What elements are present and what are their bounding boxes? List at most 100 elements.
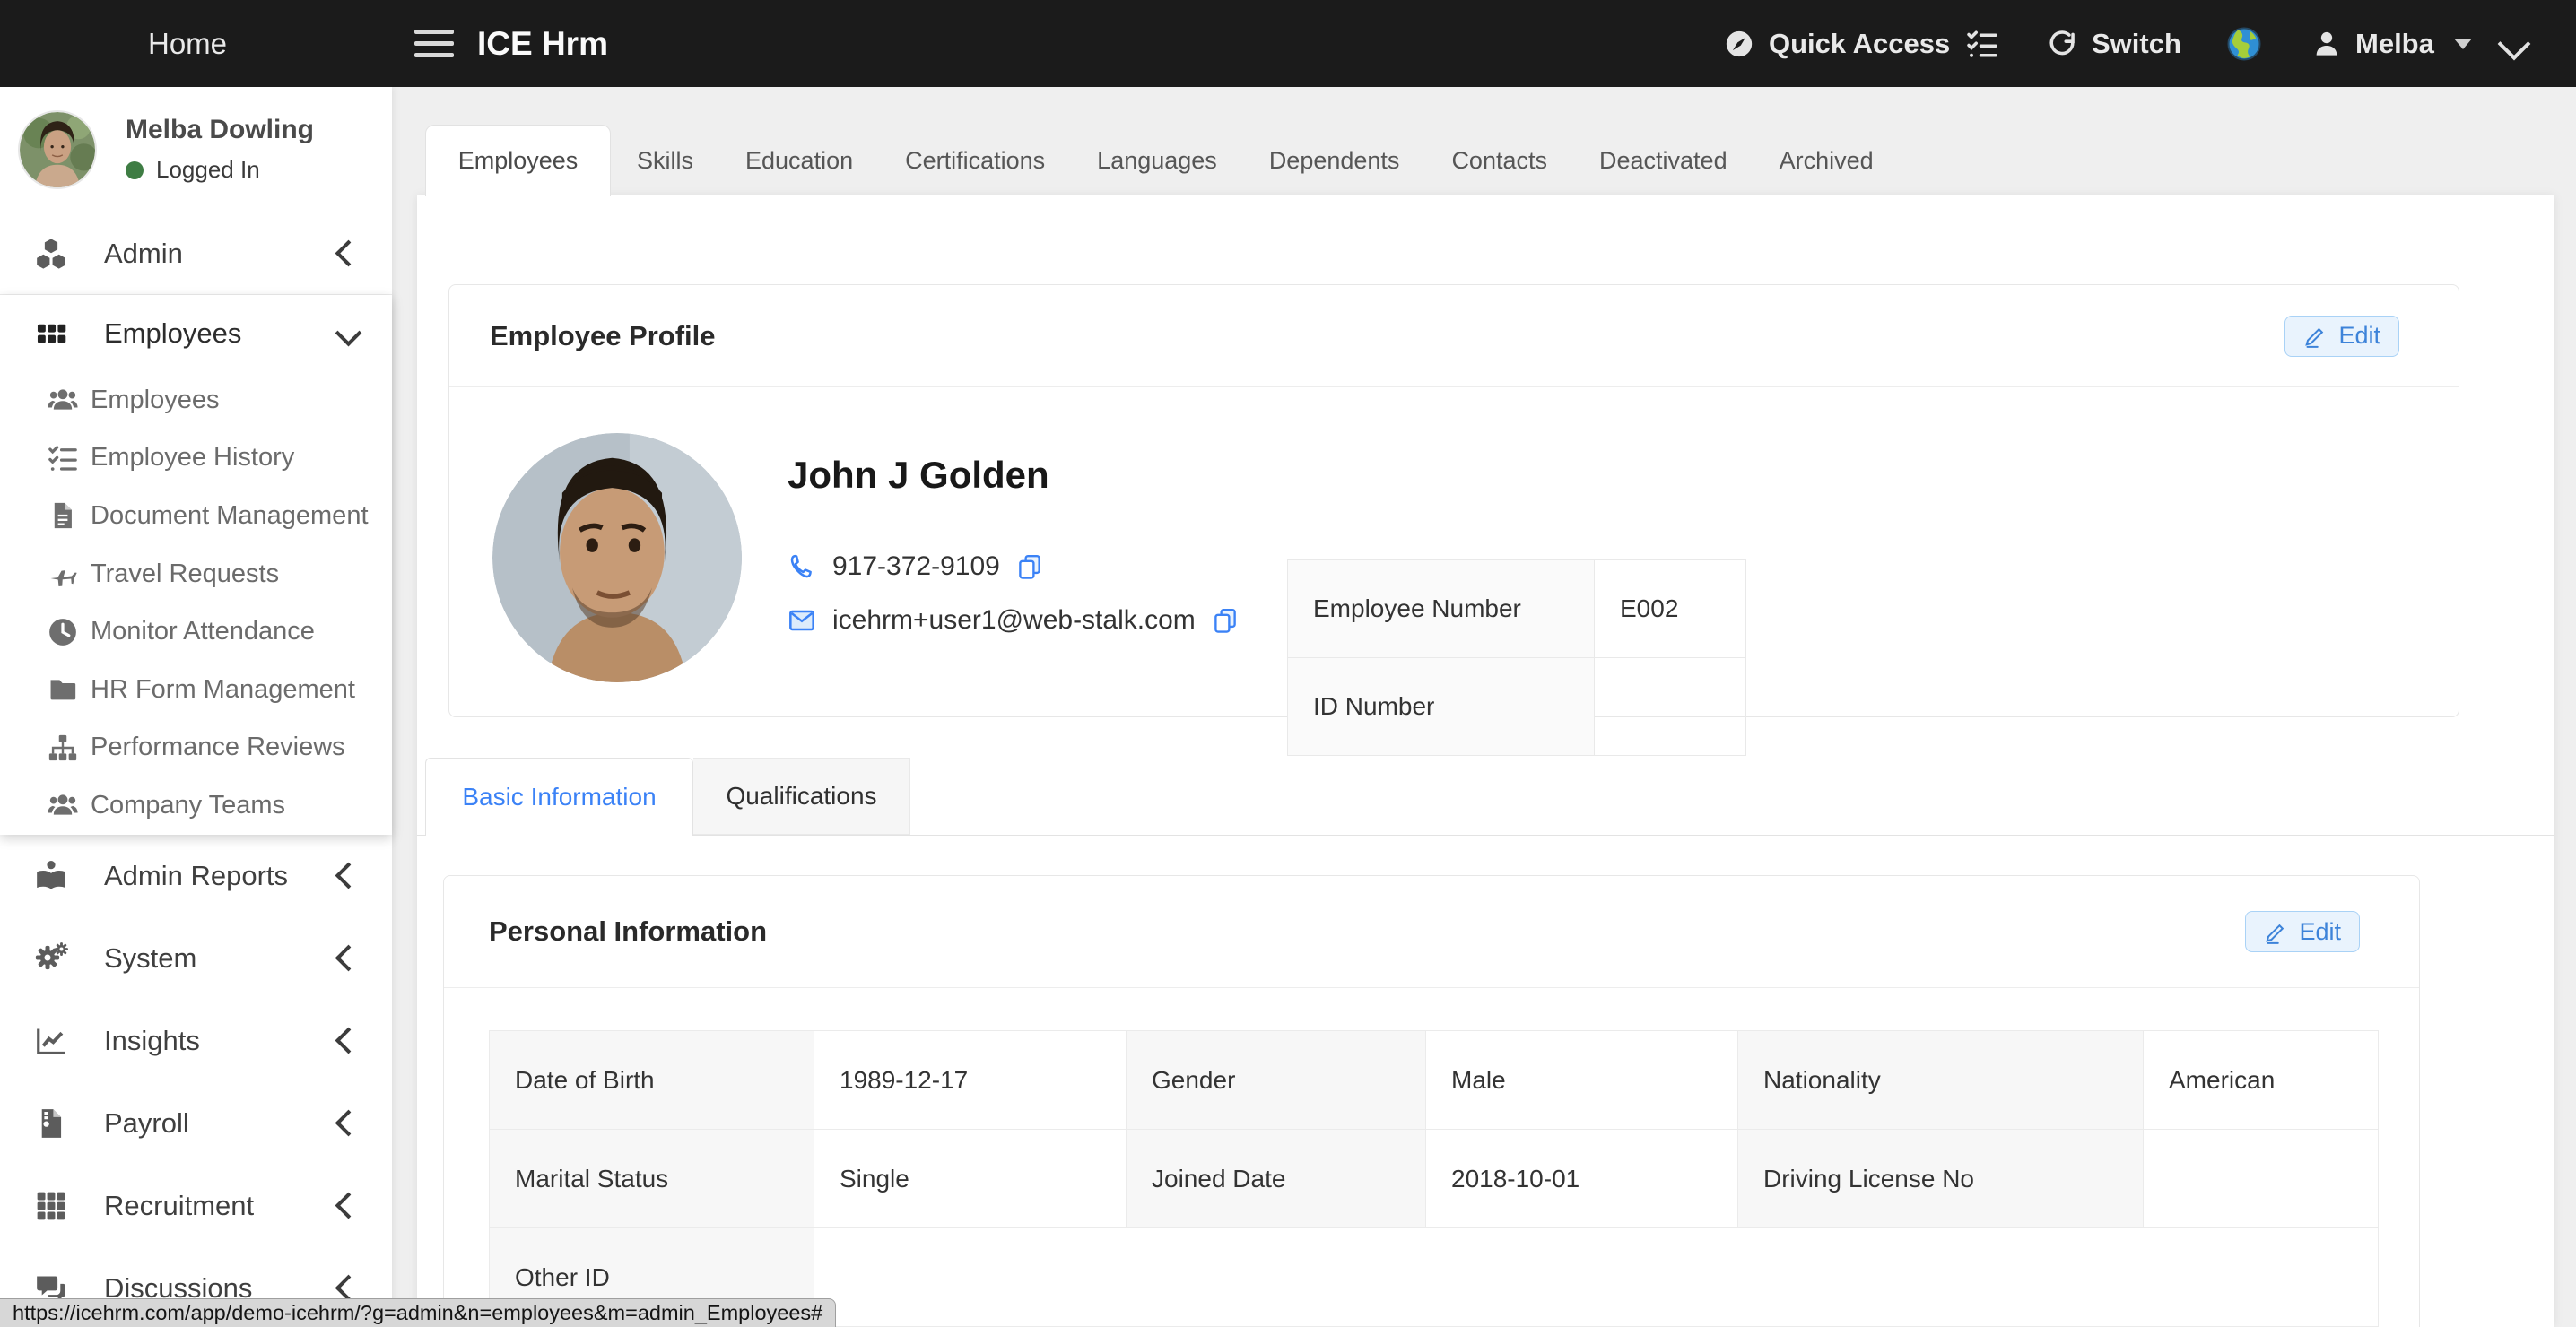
grid-icon [34, 1189, 68, 1223]
globe-icon [2226, 26, 2262, 62]
personal-information-edit-button[interactable]: Edit [2245, 911, 2360, 952]
user-avatar[interactable] [18, 110, 97, 189]
users-icon [48, 385, 78, 415]
sidebar-group-admin-reports[interactable]: Admin Reports [0, 835, 392, 917]
clock-icon [48, 617, 78, 647]
language-button[interactable] [2226, 0, 2262, 87]
table-row: ID Number [1288, 658, 1746, 756]
sidebar: Melba Dowling Logged In Admin Employees … [0, 87, 392, 1327]
sidebar-group-payroll[interactable]: Payroll [0, 1082, 392, 1165]
compass-icon [1724, 29, 1754, 59]
nationality-value: American [2144, 1031, 2379, 1130]
sidebar-item-company-teams[interactable]: Company Teams [0, 776, 392, 835]
personal-information-title: Personal Information [489, 915, 767, 948]
sidebar-item-performance-reviews[interactable]: Performance Reviews [0, 719, 392, 777]
logged-in-label: Logged In [156, 156, 260, 184]
sidebar-item-employees[interactable]: Employees [0, 371, 392, 429]
sidebar-group-employees-card: Employees Employees Employee History Doc… [0, 295, 392, 835]
tab-basic-information[interactable]: Basic Information [425, 758, 693, 835]
chevron-left-icon [335, 863, 362, 889]
sidebar-group-system[interactable]: System [0, 917, 392, 1000]
sidebar-item-document-management[interactable]: Document Management [0, 487, 392, 545]
employee-photo [492, 433, 742, 682]
sidebar-group-recruitment[interactable]: Recruitment [0, 1165, 392, 1247]
checklist-icon [1966, 28, 1998, 60]
checklist-icon [48, 443, 78, 473]
main-tab-bar: Employees Skills Education Certification… [425, 125, 1900, 196]
switch-button[interactable]: Switch [2047, 0, 2181, 87]
tab-skills[interactable]: Skills [611, 125, 719, 196]
main-content-panel: Employee Profile Edit [417, 195, 2554, 1327]
sidebar-group-admin[interactable]: Admin [0, 212, 392, 295]
chevron-left-icon [335, 1193, 362, 1219]
app-title: ICE Hrm [477, 0, 608, 87]
tab-qualifications[interactable]: Qualifications [693, 758, 910, 835]
personal-information-card: Personal Information Edit Date of Birth … [443, 875, 2420, 1327]
sidebar-group-employees[interactable]: Employees [0, 295, 392, 371]
driving-license-value [2144, 1130, 2379, 1228]
user-menu[interactable]: Melba [2312, 0, 2472, 87]
users-icon [48, 790, 78, 820]
sidebar-item-employee-history[interactable]: Employee History [0, 429, 392, 488]
chevron-down-icon [335, 320, 362, 347]
copy-icon[interactable] [1016, 553, 1043, 580]
grid-icon [34, 317, 68, 351]
employee-number-value: E002 [1595, 560, 1746, 658]
gears-icon [34, 941, 68, 976]
caret-down-icon [2454, 39, 2472, 49]
chevron-left-icon [335, 1028, 362, 1054]
chevron-left-icon [335, 240, 362, 267]
phone-icon [788, 552, 816, 581]
personal-information-table: Date of Birth 1989-12-17 Gender Male Nat… [489, 1030, 2379, 1327]
file-invoice-icon [34, 1106, 68, 1141]
tab-languages[interactable]: Languages [1071, 125, 1243, 196]
hamburger-menu-icon[interactable] [414, 0, 454, 87]
employee-profile-title: Employee Profile [490, 320, 716, 352]
sidebar-group-insights[interactable]: Insights [0, 1000, 392, 1082]
tab-certifications[interactable]: Certifications [879, 125, 1071, 196]
gender-value: Male [1426, 1031, 1738, 1130]
folder-icon [48, 674, 78, 705]
tasks-button[interactable] [1966, 0, 1998, 87]
employee-profile-edit-button[interactable]: Edit [2284, 316, 2399, 357]
quick-access-button[interactable]: Quick Access [1724, 0, 1950, 87]
tab-contacts[interactable]: Contacts [1425, 125, 1573, 196]
copy-icon[interactable] [1212, 607, 1239, 634]
sidebar-item-hr-form-management[interactable]: HR Form Management [0, 661, 392, 719]
tab-dependents[interactable]: Dependents [1243, 125, 1426, 196]
marital-status-value: Single [814, 1130, 1127, 1228]
switch-icon [2047, 29, 2077, 59]
date-of-birth-value: 1989-12-17 [814, 1031, 1127, 1130]
file-icon [48, 500, 78, 531]
browser-status-bar: https://icehrm.com/app/demo-icehrm/?g=ad… [0, 1298, 836, 1327]
mail-icon [788, 606, 816, 635]
cubes-icon [34, 237, 68, 271]
employee-phone[interactable]: 917-372-9109 [832, 551, 1000, 582]
employee-name: John J Golden [788, 454, 1049, 497]
tab-archived[interactable]: Archived [1754, 125, 1900, 196]
other-id-value [814, 1228, 2379, 1327]
collapse-topbar-button[interactable] [2502, 0, 2526, 87]
employee-profile-card: Employee Profile Edit [448, 284, 2459, 717]
pencil-icon [2303, 324, 2328, 348]
id-number-value [1595, 658, 1746, 756]
plane-icon [48, 559, 78, 589]
chevron-left-icon [335, 1110, 362, 1137]
sidebar-item-travel-requests[interactable]: Travel Requests [0, 545, 392, 603]
status-url: https://icehrm.com/app/demo-icehrm/?g=ad… [13, 1301, 822, 1324]
chevron-down-icon [2498, 27, 2531, 60]
sidebar-user-name: Melba Dowling [126, 115, 314, 145]
chevron-left-icon [335, 945, 362, 972]
logged-in-status-dot [126, 161, 144, 179]
pencil-icon [2264, 920, 2288, 944]
employee-id-table: Employee Number E002 ID Number [1287, 559, 1746, 756]
tab-employees[interactable]: Employees [425, 125, 611, 196]
employee-email[interactable]: icehrm+user1@web-stalk.com [832, 605, 1196, 636]
sitemap-icon [48, 733, 78, 763]
profile-sub-tab-bar: Basic Information Qualifications [417, 758, 2554, 836]
sidebar-item-monitor-attendance[interactable]: Monitor Attendance [0, 603, 392, 661]
tab-education[interactable]: Education [719, 125, 879, 196]
home-menu[interactable]: Home [148, 0, 227, 87]
tab-deactivated[interactable]: Deactivated [1573, 125, 1754, 196]
book-reader-icon [34, 859, 68, 893]
